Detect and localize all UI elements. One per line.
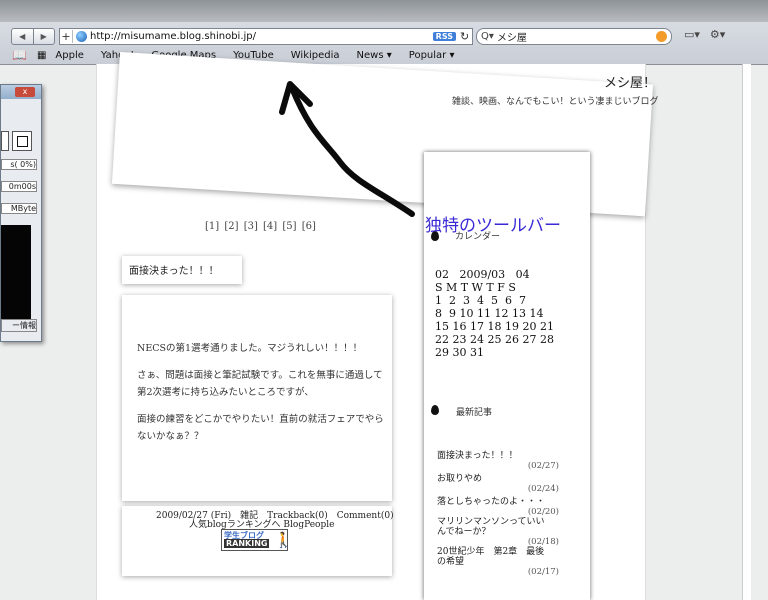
stop-icon[interactable]	[12, 131, 32, 151]
post-title[interactable]: 面接決まった！！！	[129, 262, 219, 277]
calendar-line: 15 16 17 18 19 20 21	[435, 320, 554, 333]
bookmark-popular[interactable]: Popular ▾	[409, 50, 455, 61]
reload-icon[interactable]: ↻	[460, 30, 472, 43]
search-text[interactable]: メシ屋	[497, 29, 656, 44]
calendar-line: S M T W T F S	[435, 281, 516, 294]
bookmark-apple[interactable]: Apple	[55, 50, 83, 61]
rss-button[interactable]: RSS	[432, 32, 456, 41]
close-icon[interactable]: x	[15, 87, 35, 97]
forward-icon[interactable]: ▶	[32, 29, 55, 44]
page-numbers[interactable]: [1] [2] [3] [4] [5] [6]	[205, 221, 316, 232]
bookmark-wikipedia[interactable]: Wikipedia	[291, 50, 340, 61]
window-title-strip	[0, 0, 768, 22]
address-bar[interactable]: + http://misumame.blog.shinobi.jp/ RSS ↻	[59, 28, 473, 45]
size-label: MByte	[1, 203, 37, 214]
recent-date: (02/20)	[527, 507, 559, 517]
gear-icon[interactable]: ⚙▾	[710, 28, 725, 41]
person-icon: 🚶	[274, 531, 293, 549]
download-window-titlebar[interactable]: x	[1, 85, 41, 99]
site-globe-icon	[76, 31, 87, 42]
calendar-line: 29 30 31	[435, 346, 484, 359]
top-sites-grid-icon[interactable]: ▦	[37, 50, 47, 61]
calendar-line[interactable]: 02 2009/03 04	[435, 268, 530, 281]
page-menu-icon[interactable]: ▭▾	[684, 28, 700, 41]
recent-heading: 最新記事	[456, 408, 493, 418]
url-text[interactable]: http://misumame.blog.shinobi.jp/	[90, 31, 433, 42]
calendar-line: 22 23 24 25 26 27 28	[435, 333, 554, 346]
info-label[interactable]: ー情報	[1, 319, 37, 332]
calendar-line: 8 9 10 11 12 13 14	[435, 307, 544, 320]
ranking-badge[interactable]: 学生ブログ RANKING 🚶	[221, 529, 293, 551]
scrollbar[interactable]	[742, 64, 751, 600]
recent-date: (02/27)	[527, 461, 559, 471]
back-icon[interactable]: ◀	[12, 29, 33, 44]
recent-item[interactable]: 落としちゃったのよ・・・	[437, 494, 587, 507]
bookmarks-book-icon[interactable]: 📖	[12, 48, 27, 62]
calendar-line: 1 2 3 4 5 6 7	[435, 294, 526, 307]
search-input[interactable]: Q▾ メシ屋	[476, 28, 672, 45]
post-body: NECSの第1選考通りました。マジうれしい！！！！ さぁ、問題は面接と筆記試験で…	[137, 340, 389, 455]
recent-date: (02/24)	[527, 484, 559, 494]
add-bookmark-icon[interactable]: +	[60, 30, 73, 43]
blog-title[interactable]: メシ屋！	[604, 72, 656, 91]
browser-chrome: ◀ ▶ + http://misumame.blog.shinobi.jp/ R…	[0, 0, 768, 65]
search-engine-icon[interactable]	[656, 31, 667, 42]
bookmark-news[interactable]: News ▾	[357, 50, 392, 61]
download-window: x s( 0%) 0m00s MByte ー情報	[0, 84, 42, 342]
calendar: 02 2009/03 04 S M T W T F S 1 2 3 4 5 6 …	[435, 268, 554, 359]
window-control[interactable]	[1, 131, 9, 151]
blog-subtitle: 雑談、映画、なんでもこい！という凄まじいブログ	[452, 97, 659, 107]
badge-bottom-text: RANKING	[224, 539, 270, 548]
annotation-arrow	[279, 81, 415, 217]
time-remaining: 0m00s	[1, 181, 37, 192]
post-paragraph: さぁ、問題は面接と筆記試験です。これを無事に通過して第2次選考に持ち込みたいとこ…	[137, 370, 383, 398]
search-icon: Q▾	[481, 31, 494, 42]
recent-item[interactable]: マリリンマンソンっていいんでねーか？	[437, 517, 552, 537]
recent-item[interactable]: お取りやめ	[437, 471, 587, 484]
annotation-label: 独特のツールバー	[425, 216, 561, 236]
progress-percent: s( 0%)	[1, 159, 37, 170]
recent-date: (02/18)	[527, 537, 559, 547]
post-paragraph: 面接の練習をどこかでやりたい！直前の就活フェアでやらないかなぁ？？	[137, 414, 384, 442]
preview-area	[1, 225, 31, 331]
toolbar-tools: ▭▾ ⚙▾	[684, 28, 725, 41]
recent-list: 面接決まった！！！ (02/27) お取りやめ (02/24) 落としちゃったの…	[437, 448, 587, 577]
recent-item[interactable]: 20世紀少年 第2章 最後の希望	[437, 547, 552, 567]
recent-item[interactable]: 面接決まった！！！	[437, 448, 587, 461]
post-paragraph: NECSの第1選考通りました。マジうれしい！！！！	[137, 343, 363, 354]
flame-icon	[431, 405, 439, 415]
back-forward-buttons[interactable]: ◀ ▶	[11, 28, 55, 45]
recent-date: (02/17)	[527, 567, 559, 577]
